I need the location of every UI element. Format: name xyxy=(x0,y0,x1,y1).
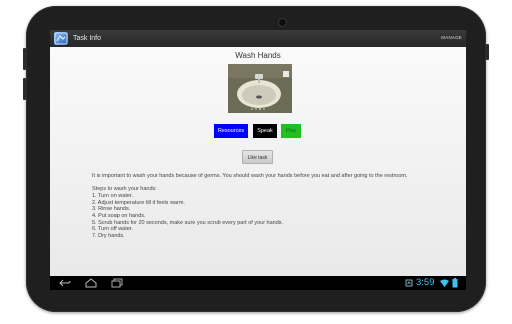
power-key xyxy=(486,44,489,60)
step-item: 7. Dry hands. xyxy=(92,233,125,240)
app-title: Task Info xyxy=(73,35,102,42)
action-buttons: Resources Speak Play xyxy=(50,124,466,138)
task-title: Wash Hands xyxy=(235,51,281,60)
home-icon[interactable] xyxy=(85,278,97,288)
status-clock: 3:59 xyxy=(416,277,435,288)
play-button[interactable]: Play xyxy=(281,124,301,138)
volume-down-key xyxy=(23,78,26,100)
step-item: 6. Turn off water. xyxy=(92,226,133,233)
app-icon[interactable] xyxy=(54,32,68,45)
manage-button[interactable]: MANAGE xyxy=(441,35,462,40)
step-item: 3. Rinse hands. xyxy=(92,206,131,213)
step-item: 1. Turn on water. xyxy=(92,192,133,199)
volume-up-key xyxy=(23,48,26,70)
wifi-icon xyxy=(440,279,449,287)
resources-button[interactable]: Resources xyxy=(214,124,248,138)
notification-icon[interactable] xyxy=(405,279,413,287)
step-item: 2. Adjust temperature till it feels warm… xyxy=(92,199,185,206)
speak-button[interactable]: Speak xyxy=(253,124,277,138)
recent-apps-icon[interactable] xyxy=(111,278,123,288)
system-bar: 3:59 xyxy=(50,276,466,290)
task-content: Wash Hands Resources Speak Play Like tas… xyxy=(50,47,466,276)
step-item: 4. Put soap on hands. xyxy=(92,213,146,220)
task-description: It is important to wash your hands becau… xyxy=(92,173,462,240)
step-item: 5. Scrub hands for 20 seconds, make sure… xyxy=(92,219,284,226)
intro-text: It is important to wash your hands becau… xyxy=(92,173,408,179)
screen: Task Info MANAGE Wash Hands Resources Sp… xyxy=(50,30,466,290)
front-camera xyxy=(278,18,287,27)
like-task-button[interactable]: Like task xyxy=(242,150,273,164)
action-bar: Task Info MANAGE xyxy=(50,30,466,47)
steps-list: 1. Turn on water. 2. Adjust temperature … xyxy=(92,193,462,240)
steps-heading: Steps to wash your hands: xyxy=(92,186,157,193)
sink-photo xyxy=(228,64,292,113)
back-icon[interactable] xyxy=(59,278,71,288)
battery-icon xyxy=(452,278,458,288)
